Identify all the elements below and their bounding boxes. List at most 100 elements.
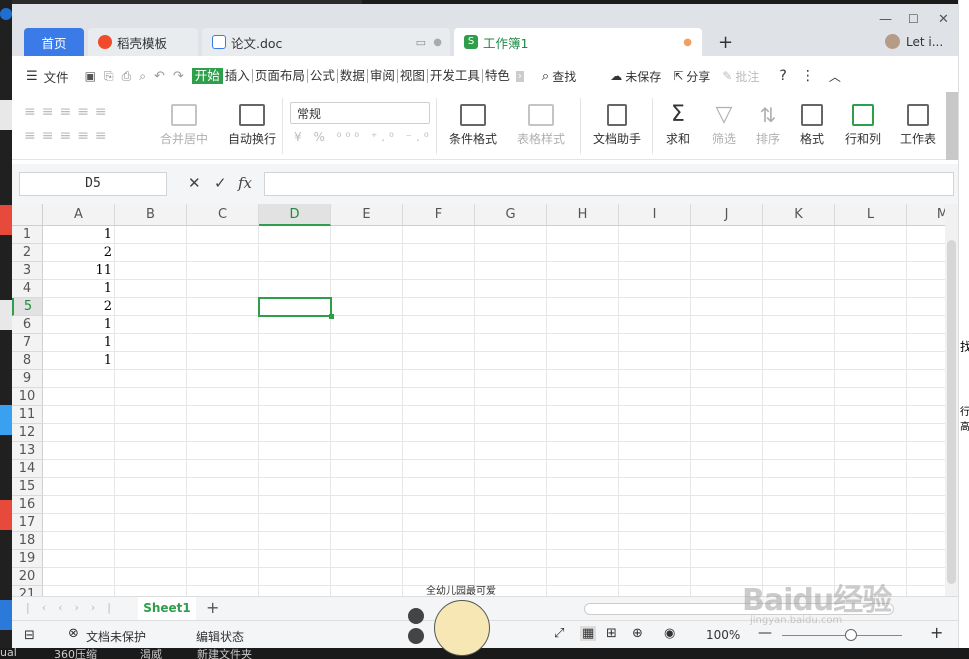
cell[interactable] xyxy=(475,496,547,514)
cell[interactable] xyxy=(187,298,259,316)
new-tab-button[interactable]: + xyxy=(718,32,733,53)
cell[interactable] xyxy=(187,262,259,280)
cell[interactable] xyxy=(259,532,331,550)
cell[interactable] xyxy=(187,496,259,514)
cell[interactable] xyxy=(475,316,547,334)
cell[interactable] xyxy=(547,406,619,424)
eye-icon[interactable]: ◉ xyxy=(664,626,675,641)
cell[interactable] xyxy=(475,226,547,244)
row-header[interactable]: 11 xyxy=(12,406,43,424)
cell[interactable] xyxy=(907,550,945,568)
cell[interactable] xyxy=(259,568,331,586)
cell[interactable] xyxy=(547,496,619,514)
collapse-ribbon-icon[interactable]: ︿ xyxy=(829,68,841,85)
monitor-icon[interactable]: ▭ xyxy=(416,36,426,49)
print-icon[interactable]: ⎙ xyxy=(122,69,132,84)
cell[interactable] xyxy=(835,478,907,496)
cell[interactable] xyxy=(619,262,691,280)
tab-formula[interactable]: 公式 xyxy=(308,69,338,83)
cell[interactable] xyxy=(907,496,945,514)
tab-insert[interactable]: 插入 xyxy=(223,69,253,83)
cell[interactable] xyxy=(331,460,403,478)
minimize-icon[interactable]: — xyxy=(879,12,892,27)
cell[interactable] xyxy=(187,244,259,262)
cell[interactable] xyxy=(763,352,835,370)
cell[interactable] xyxy=(547,532,619,550)
cell[interactable] xyxy=(691,460,763,478)
user-account[interactable]: Let i... xyxy=(885,34,943,49)
cell[interactable] xyxy=(115,334,187,352)
cell[interactable] xyxy=(835,388,907,406)
fullscreen-icon[interactable]: ⤢ xyxy=(554,626,564,641)
cell[interactable] xyxy=(403,298,475,316)
cell[interactable] xyxy=(259,226,331,244)
cell[interactable] xyxy=(547,352,619,370)
cell[interactable]: 1 xyxy=(43,280,115,298)
cell[interactable] xyxy=(547,244,619,262)
cell[interactable] xyxy=(691,262,763,280)
cell[interactable] xyxy=(835,370,907,388)
row-header[interactable]: 19 xyxy=(12,550,43,568)
cell[interactable] xyxy=(259,262,331,280)
row-header[interactable]: 15 xyxy=(12,478,43,496)
cell[interactable] xyxy=(331,280,403,298)
cell[interactable] xyxy=(187,442,259,460)
cell[interactable] xyxy=(331,298,403,316)
cell[interactable] xyxy=(907,352,945,370)
cell[interactable] xyxy=(475,352,547,370)
cell[interactable] xyxy=(187,370,259,388)
cell[interactable] xyxy=(187,334,259,352)
scroll-thumb[interactable] xyxy=(947,240,956,584)
cell[interactable] xyxy=(259,460,331,478)
spreadsheet-grid[interactable]: A B C D E F G H I J K L M 1 1 2 2 3 11 4 1 5 2 6 1 7 1 8 1 9 10 11 12 13 1… xyxy=(12,204,945,596)
cell[interactable] xyxy=(619,496,691,514)
cell[interactable] xyxy=(403,478,475,496)
column-header-j[interactable]: J xyxy=(691,204,763,226)
cell[interactable] xyxy=(835,550,907,568)
cell[interactable] xyxy=(475,514,547,532)
doc-helper-button[interactable]: 文档助手 xyxy=(588,104,646,147)
cell[interactable] xyxy=(763,532,835,550)
cell[interactable] xyxy=(547,460,619,478)
cell[interactable] xyxy=(115,478,187,496)
row-header[interactable]: 5 xyxy=(12,298,43,316)
save-icon[interactable]: ▣ xyxy=(85,69,96,83)
tab-document[interactable]: 论文.doc ▭ ● xyxy=(202,28,450,56)
cell[interactable] xyxy=(259,406,331,424)
cell[interactable] xyxy=(259,478,331,496)
cell[interactable] xyxy=(187,316,259,334)
cell[interactable] xyxy=(43,514,115,532)
cell[interactable] xyxy=(619,424,691,442)
cell[interactable] xyxy=(43,496,115,514)
cell[interactable] xyxy=(259,424,331,442)
cell[interactable] xyxy=(763,334,835,352)
cell[interactable] xyxy=(115,460,187,478)
cell[interactable] xyxy=(331,406,403,424)
cell[interactable] xyxy=(115,370,187,388)
cell[interactable] xyxy=(547,514,619,532)
cell[interactable] xyxy=(43,550,115,568)
cell[interactable] xyxy=(691,514,763,532)
row-header[interactable]: 14 xyxy=(12,460,43,478)
cell[interactable] xyxy=(475,550,547,568)
cell[interactable] xyxy=(187,424,259,442)
sheet-nav-icons[interactable]: |‹‹››| xyxy=(26,601,123,614)
cell[interactable] xyxy=(187,586,259,596)
tab-dot-icon[interactable]: ● xyxy=(433,37,442,48)
cell[interactable] xyxy=(187,280,259,298)
cell[interactable] xyxy=(187,406,259,424)
cell[interactable] xyxy=(691,352,763,370)
more-icon[interactable]: ⋮ xyxy=(801,68,815,84)
row-header[interactable]: 13 xyxy=(12,442,43,460)
cell[interactable] xyxy=(475,388,547,406)
column-header-k[interactable]: K xyxy=(763,204,835,226)
cell[interactable] xyxy=(475,532,547,550)
cell[interactable] xyxy=(115,442,187,460)
cell[interactable] xyxy=(475,298,547,316)
cell[interactable] xyxy=(475,442,547,460)
select-all-corner[interactable] xyxy=(12,204,43,226)
cell[interactable] xyxy=(763,496,835,514)
cell[interactable] xyxy=(331,586,403,596)
column-header-h[interactable]: H xyxy=(547,204,619,226)
cell[interactable] xyxy=(331,514,403,532)
